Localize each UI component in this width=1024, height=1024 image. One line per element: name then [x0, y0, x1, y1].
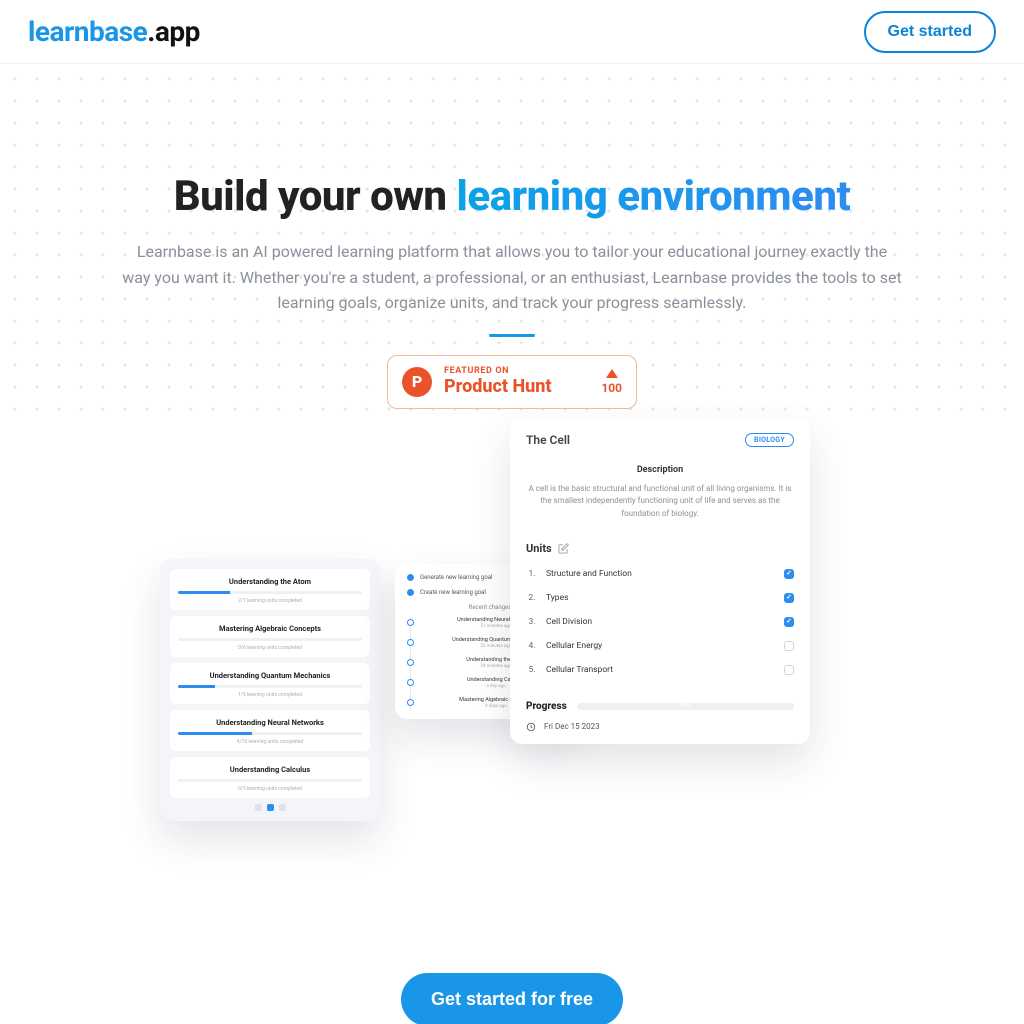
units-label-row: Units [526, 542, 794, 555]
description-label: Description [526, 465, 794, 475]
unit-name: 2.Types [526, 593, 568, 603]
goal-progress-fill [178, 685, 215, 688]
goal-progress-bar [178, 638, 362, 641]
unit-name: 5.Cellular Transport [526, 665, 613, 675]
goal-title: Mastering Algebraic Concepts [178, 624, 362, 633]
pager [170, 804, 370, 811]
goal-subtext: 1/5 learning units completed [178, 692, 362, 698]
product-hunt-upvote-count: 100 [601, 381, 622, 395]
screenshot-stage: Understanding the Atom 2/7 learning unit… [0, 419, 1024, 849]
logo-dot: . [147, 15, 155, 48]
unit-name: 1.Structure and Function [526, 569, 632, 579]
goal-subtext: 0/6 learning units completed [178, 645, 362, 651]
unit-checkbox[interactable] [784, 569, 794, 579]
units-label: Units [526, 542, 552, 555]
logo-ext: app [155, 15, 200, 48]
goal-item: Understanding Quantum Mechanics 1/5 lear… [170, 663, 370, 704]
pager-next[interactable] [279, 804, 286, 811]
screenshot-goals-list: Understanding the Atom 2/7 learning unit… [160, 559, 380, 821]
detail-title: The Cell [526, 433, 570, 447]
unit-row: 1.Structure and Function [526, 569, 794, 579]
goal-title: Understanding Quantum Mechanics [178, 671, 362, 680]
goal-item: Understanding Neural Networks 4/10 learn… [170, 710, 370, 751]
triangle-up-icon [606, 369, 618, 378]
product-hunt-badge[interactable]: P FEATURED ON Product Hunt 100 [387, 355, 637, 409]
progress-percent-text: 50% [577, 703, 794, 708]
product-hunt-name: Product Hunt [444, 377, 552, 397]
goal-item: Understanding Calculus 0/5 learning unit… [170, 757, 370, 798]
unit-row: 5.Cellular Transport [526, 665, 794, 675]
date-row: Fri Dec 15 2023 [526, 722, 794, 732]
site-header: learnbase.app Get started [0, 0, 1024, 64]
get-started-button[interactable]: Get started [864, 11, 996, 53]
hero-subtitle: Learnbase is an AI powered learning plat… [122, 239, 902, 316]
progress-label: Progress [526, 701, 567, 712]
goal-title: Understanding the Atom [178, 577, 362, 586]
hero-title: Build your own learning environment [0, 172, 1024, 221]
pager-current[interactable] [267, 804, 274, 811]
goal-subtext: 0/5 learning units completed [178, 786, 362, 792]
subject-tag: BIOLOGY [745, 433, 794, 447]
bullet-icon [407, 589, 414, 596]
product-hunt-upvote: 100 [601, 369, 622, 395]
goal-item: Mastering Algebraic Concepts 0/6 learnin… [170, 616, 370, 657]
edit-icon[interactable] [558, 543, 569, 554]
goal-progress-fill [178, 732, 252, 735]
goal-item: Understanding the Atom 2/7 learning unit… [170, 569, 370, 610]
goal-title: Understanding Neural Networks [178, 718, 362, 727]
logo[interactable]: learnbase.app [28, 15, 200, 48]
bullet-icon [407, 574, 414, 581]
goal-progress-bar [178, 591, 362, 594]
progress-row: Progress 50% [526, 701, 794, 712]
cta-section: Get started for free [0, 973, 1024, 1024]
action-label: Generate new learning goal [420, 574, 492, 581]
unit-row: 2.Types [526, 593, 794, 603]
product-hunt-logo-icon: P [402, 367, 432, 397]
unit-checkbox[interactable] [784, 593, 794, 603]
screenshot-goal-detail: The Cell BIOLOGY Description A cell is t… [510, 419, 810, 744]
unit-name: 3.Cell Division [526, 617, 592, 627]
pager-prev[interactable] [255, 804, 262, 811]
detail-header-row: The Cell BIOLOGY [526, 433, 794, 447]
unit-checkbox[interactable] [784, 641, 794, 651]
goal-subtext: 4/10 learning units completed [178, 739, 362, 745]
progress-bar: 50% [577, 703, 794, 710]
goal-subtext: 2/7 learning units completed [178, 598, 362, 604]
hero-divider [489, 334, 535, 337]
goal-progress-bar [178, 732, 362, 735]
unit-checkbox[interactable] [784, 617, 794, 627]
goal-title: Understanding Calculus [178, 765, 362, 774]
description-text: A cell is the basic structural and funct… [526, 483, 794, 520]
goal-progress-fill [178, 591, 230, 594]
date-text: Fri Dec 15 2023 [544, 722, 600, 731]
unit-row: 4.Cellular Energy [526, 641, 794, 651]
action-label: Create new learning goal [420, 589, 486, 596]
goal-progress-bar [178, 685, 362, 688]
unit-name: 4.Cellular Energy [526, 641, 602, 651]
get-started-free-button[interactable]: Get started for free [401, 973, 623, 1024]
hero-section: Build your own learning environment Lear… [0, 64, 1024, 849]
unit-checkbox[interactable] [784, 665, 794, 675]
goal-progress-bar [178, 779, 362, 782]
clock-icon [526, 722, 536, 732]
logo-brand: learnbase [28, 15, 147, 48]
hero-title-plain: Build your own [174, 172, 457, 221]
unit-row: 3.Cell Division [526, 617, 794, 627]
product-hunt-text: FEATURED ON Product Hunt [444, 367, 589, 397]
hero-title-accent: learning environment [457, 172, 851, 221]
